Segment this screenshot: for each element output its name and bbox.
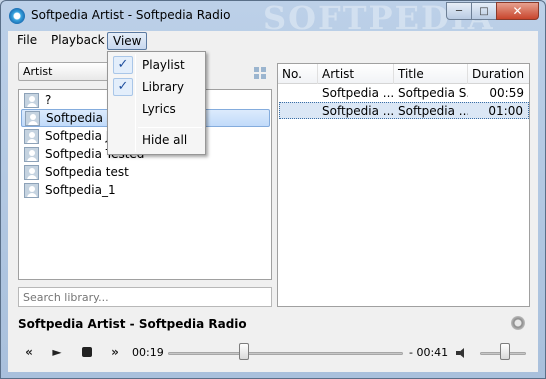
cell-artist: Softpedia ... xyxy=(322,86,394,100)
menu-item-label: Library xyxy=(142,80,184,94)
window-title: Softpedia Artist - Softpedia Radio xyxy=(31,8,231,22)
scrobble-icon[interactable] xyxy=(511,316,525,330)
player-controls: « ► » 00:19 - 00:41 xyxy=(8,339,538,365)
cell-no xyxy=(279,85,319,101)
column-header-duration[interactable]: Duration xyxy=(468,64,529,84)
stop-button[interactable] xyxy=(82,347,92,357)
menu-item-hide-all[interactable]: Hide all xyxy=(110,129,203,151)
menu-file[interactable]: File xyxy=(12,32,42,50)
artist-avatar-icon xyxy=(24,165,39,180)
artist-avatar-icon xyxy=(24,129,39,144)
list-item[interactable]: Softpedia_1 xyxy=(21,182,270,200)
app-window: Softpedia Artist - Softpedia Radio SOFTP… xyxy=(0,0,546,379)
cell-no xyxy=(280,103,320,119)
list-item-label: ? xyxy=(45,93,52,107)
previous-button[interactable]: « xyxy=(20,345,38,359)
column-header-no[interactable]: No. xyxy=(278,64,318,84)
minimize-button[interactable]: ─ xyxy=(446,2,472,20)
list-item-label: Softpedia test xyxy=(45,165,129,179)
table-row[interactable]: Softpedia ... Softpedia ... 01:00 xyxy=(279,102,529,119)
list-item[interactable]: Softpedia test xyxy=(21,164,270,182)
play-button[interactable]: ► xyxy=(48,345,66,359)
maximize-button[interactable]: □ xyxy=(471,2,497,20)
column-header-title[interactable]: Title xyxy=(394,64,468,84)
table-row[interactable]: Softpedia ... Softpedia S... 00:59 xyxy=(279,85,529,102)
title-bar: Softpedia Artist - Softpedia Radio SOFTP… xyxy=(1,0,545,37)
menu-bar: File Playback View xyxy=(8,31,538,51)
volume-slider-thumb[interactable] xyxy=(500,343,510,360)
menu-item-label: Lyrics xyxy=(142,102,176,116)
seek-slider[interactable] xyxy=(168,352,403,355)
menu-item-library[interactable]: ✓ Library xyxy=(110,76,203,98)
artist-avatar-icon xyxy=(24,147,39,162)
cell-artist: Softpedia ... xyxy=(322,104,394,118)
menu-separator xyxy=(138,127,202,128)
grid-view-icon[interactable] xyxy=(254,67,266,79)
playlist-header: No. Artist Title Duration xyxy=(278,64,529,84)
cell-title: Softpedia S... xyxy=(398,86,468,100)
menu-view[interactable]: View xyxy=(107,32,148,50)
elapsed-time: 00:19 xyxy=(132,346,164,359)
radio-app-icon xyxy=(9,8,25,24)
view-menu-dropdown: ✓ Playlist ✓ Library Lyrics Hide all xyxy=(107,51,206,155)
seek-slider-thumb[interactable] xyxy=(239,343,249,360)
checkmark-icon: ✓ xyxy=(113,78,133,96)
remaining-time: - 00:41 xyxy=(409,346,449,359)
library-group-select[interactable]: Artist xyxy=(18,62,118,81)
menu-item-playlist[interactable]: ✓ Playlist xyxy=(110,54,203,76)
menu-item-label: Hide all xyxy=(142,133,188,147)
menu-playback[interactable]: Playback xyxy=(46,32,110,50)
cell-duration: 01:00 xyxy=(488,104,523,118)
playlist-table[interactable]: No. Artist Title Duration Softpedia ... … xyxy=(277,63,530,307)
list-item-label: Softpedia_1 xyxy=(45,183,116,197)
now-playing-label: Softpedia Artist - Softpedia Radio xyxy=(18,317,247,331)
artist-avatar-icon xyxy=(24,183,39,198)
next-button[interactable]: » xyxy=(106,345,124,359)
list-item-label: Softpedia Jo xyxy=(45,129,117,143)
main-area: Artist ? Softpedia Artist Softpedia Jo S… xyxy=(8,51,538,372)
menu-item-label: Playlist xyxy=(142,58,185,72)
close-button[interactable]: ✕ xyxy=(496,2,539,20)
cell-title: Softpedia ... xyxy=(398,104,468,118)
artist-avatar-icon xyxy=(25,111,40,126)
checkmark-icon: ✓ xyxy=(113,56,133,74)
column-header-artist[interactable]: Artist xyxy=(318,64,394,84)
library-search-input[interactable] xyxy=(18,287,272,307)
menu-item-lyrics[interactable]: Lyrics xyxy=(110,98,203,120)
artist-avatar-icon xyxy=(24,93,39,108)
volume-icon[interactable] xyxy=(456,348,468,358)
cell-duration: 00:59 xyxy=(489,86,524,100)
